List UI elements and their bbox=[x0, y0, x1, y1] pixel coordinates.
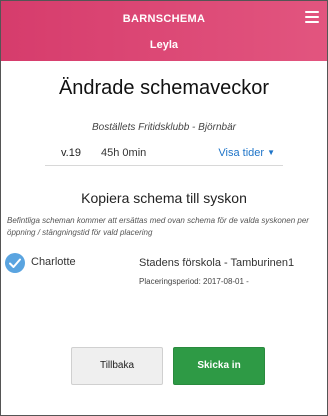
app-title: BARNSCHEMA bbox=[122, 13, 206, 25]
show-times-label: Visa tider bbox=[218, 147, 265, 159]
back-button[interactable]: Tillbaka bbox=[71, 347, 163, 385]
sibling-placement-period: Placeringsperiod: 2017-08-01 - bbox=[139, 277, 249, 286]
sibling-name: Charlotte bbox=[31, 256, 76, 268]
caret-down-icon: ▼ bbox=[267, 148, 275, 157]
week-hours: 45h 0min bbox=[101, 147, 147, 159]
app-header: BARNSCHEMA Leyla bbox=[1, 1, 327, 61]
sibling-item: Charlotte Stadens förskola - Tamburinen1… bbox=[1, 253, 327, 301]
copy-section-title: Kopiera schema till syskon bbox=[81, 190, 247, 206]
child-name: Leyla bbox=[149, 39, 179, 51]
button-bar: Tillbaka Skicka in bbox=[1, 347, 327, 385]
show-times-link[interactable]: Visa tider ▼ bbox=[218, 147, 275, 159]
copy-info-text: Befintliga scheman kommer att ersättas m… bbox=[7, 216, 309, 237]
hamburger-menu-icon[interactable] bbox=[305, 11, 319, 23]
page-title: Ändrade schemaveckor bbox=[58, 77, 270, 99]
week-label: v.19 bbox=[61, 147, 81, 159]
checkmark-icon[interactable] bbox=[5, 253, 25, 273]
week-row: v.19 45h 0min Visa tider ▼ bbox=[45, 147, 283, 166]
unit-name: Boställets Fritidsklubb - Björnbär bbox=[92, 122, 236, 133]
submit-button[interactable]: Skicka in bbox=[173, 347, 265, 385]
app-frame: BARNSCHEMA Leyla Ändrade schemaveckor Bo… bbox=[0, 0, 328, 416]
sibling-placement: Stadens förskola - Tamburinen1 bbox=[139, 257, 295, 269]
